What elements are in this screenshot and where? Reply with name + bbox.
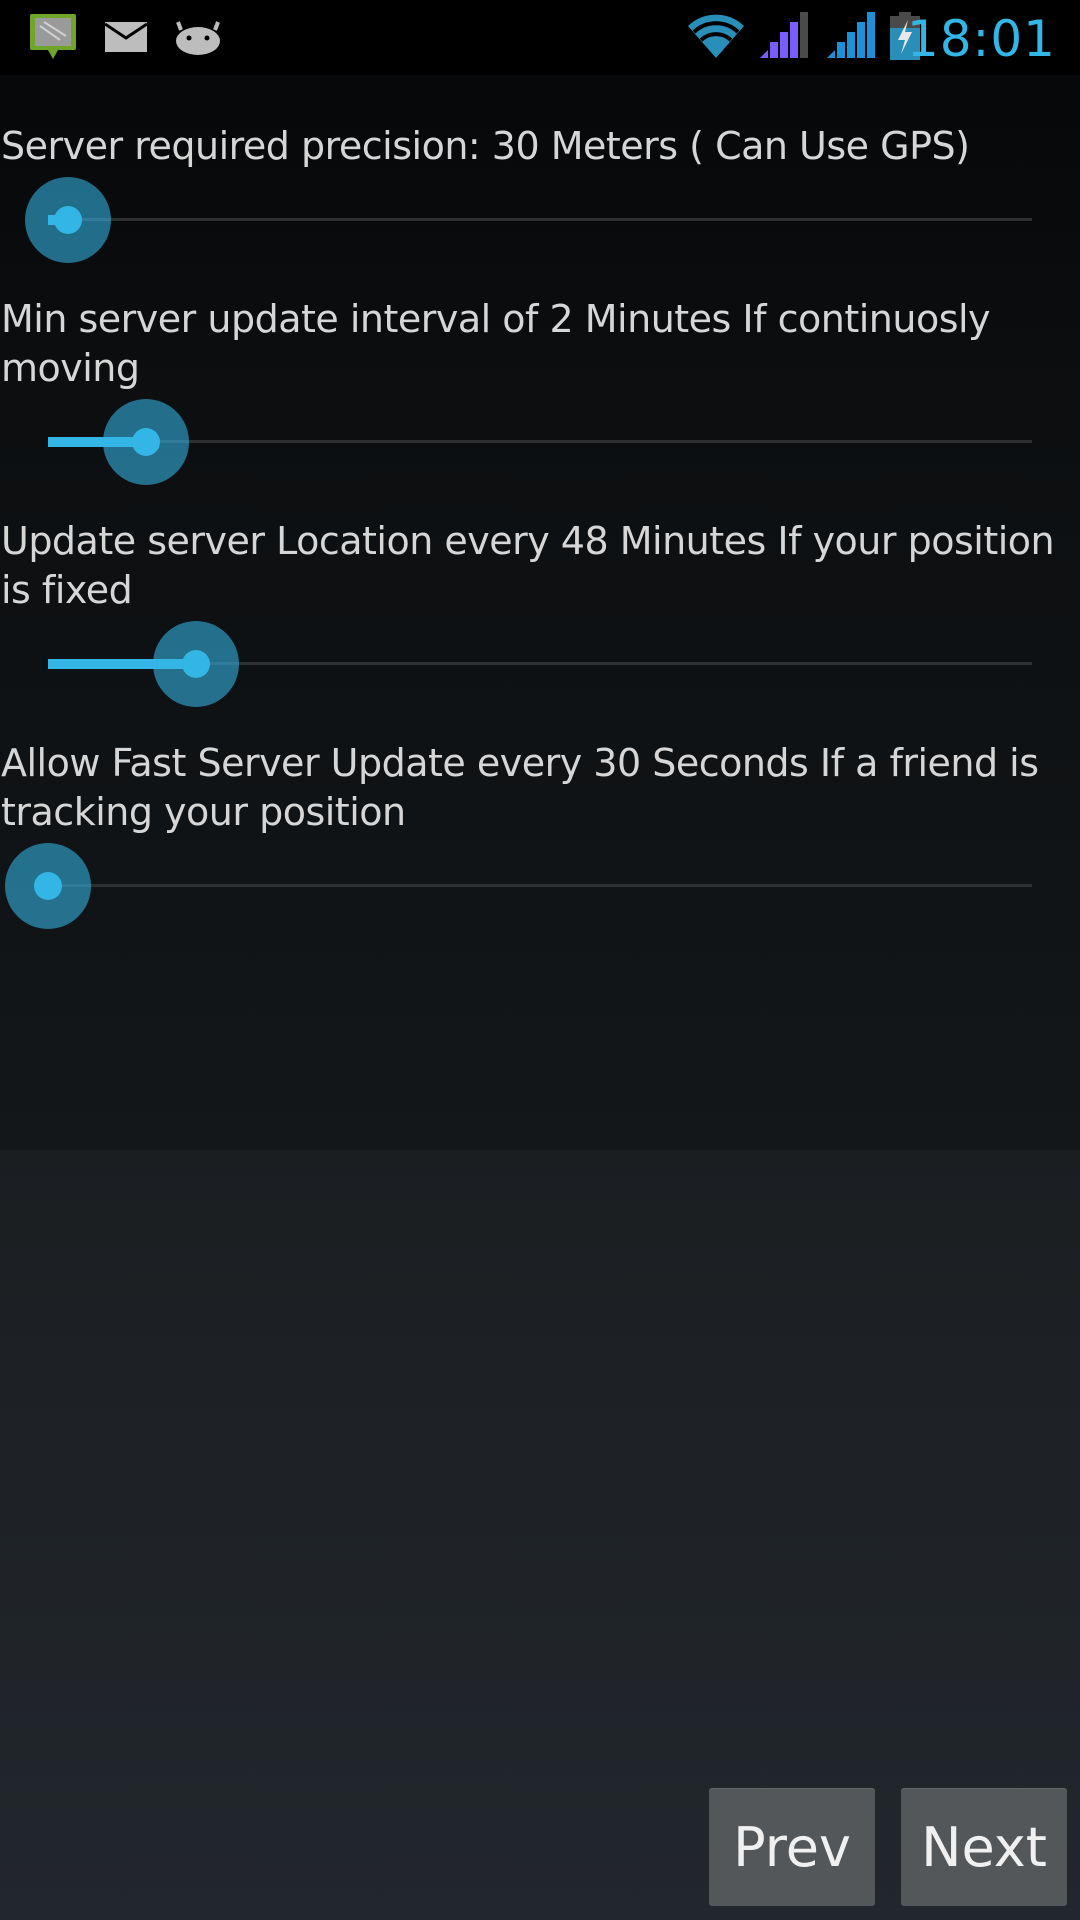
setting-label: Update server Location every 48 Minutes … [1,519,1055,612]
slider-thumb[interactable] [34,872,62,900]
signal-icon-2 [827,12,875,58]
android-icon [176,21,220,55]
slider-thumb[interactable] [181,650,210,678]
status-bar: 18:01 [0,0,1080,75]
next-button[interactable]: Next [901,1788,1067,1906]
email-icon [105,22,147,52]
setting-label: Allow Fast Server Update every 30 Second… [1,741,1039,834]
prev-button[interactable]: Prev [709,1788,875,1906]
map-notification-icon [30,14,76,59]
setting-precision: Server required precision: 30 Meters ( C… [0,122,1080,171]
min-update-interval-slider[interactable] [0,397,1080,487]
setting-label: Server required precision: 30 Meters ( C… [1,124,970,168]
slider-track [48,884,1032,887]
slider-thumb[interactable] [53,206,82,234]
slider-track [48,440,1032,443]
slider-track [48,218,1032,221]
setting-fixed-position-update: Update server Location every 48 Minutes … [0,517,1080,615]
setting-label: Min server update interval of 2 Minutes … [1,297,991,390]
precision-slider[interactable] [0,175,1080,265]
settings-panel: Server required precision: 30 Meters ( C… [0,75,1080,1150]
wifi-icon [688,14,744,59]
setting-min-update-interval: Min server update interval of 2 Minutes … [0,295,1080,393]
setting-fast-update: Allow Fast Server Update every 30 Second… [0,739,1080,837]
signal-icon-1 [760,12,808,58]
fast-update-slider[interactable] [0,841,1080,931]
fixed-position-update-slider[interactable] [0,619,1080,709]
clock: 18:01 [906,10,1056,68]
